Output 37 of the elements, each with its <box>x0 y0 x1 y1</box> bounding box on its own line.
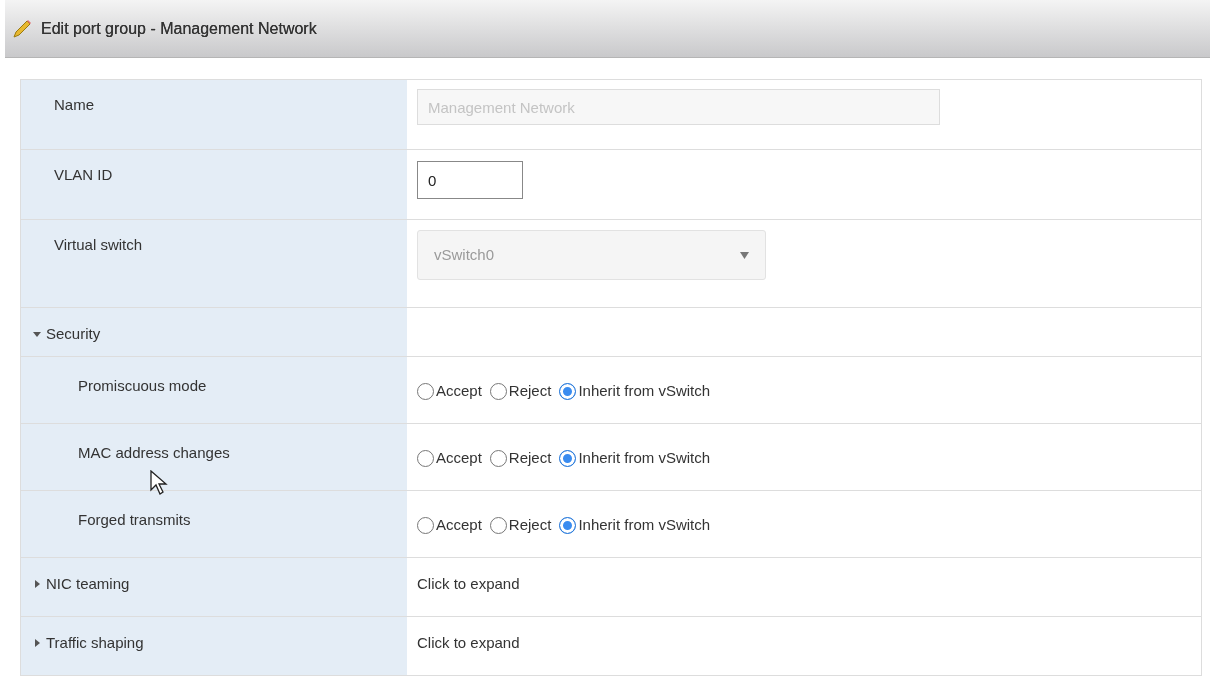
radio-button[interactable] <box>417 516 434 534</box>
mouse-cursor-icon <box>150 470 170 496</box>
caret-down-icon[interactable] <box>33 330 41 339</box>
field-label: Name <box>54 95 94 115</box>
field-label: Virtual switch <box>54 235 143 255</box>
radio-button[interactable] <box>489 449 507 467</box>
radio-label[interactable]: Reject <box>508 447 552 470</box>
radio-label[interactable]: Inherit from vSwitch <box>578 447 711 470</box>
radio-button[interactable] <box>559 449 577 467</box>
expand-hint[interactable]: Click to expand <box>417 632 520 655</box>
pencil-icon <box>11 17 33 40</box>
section-toggle[interactable]: Traffic shaping <box>46 632 144 655</box>
radio-label[interactable]: Reject <box>508 514 552 537</box>
window-title: Edit port group - Management Network <box>41 18 317 39</box>
radio-label[interactable]: Inherit from vSwitch <box>578 514 711 537</box>
radio-label[interactable]: Inherit from vSwitch <box>578 380 711 403</box>
setting-label: MAC address changes <box>78 443 230 463</box>
radio-button[interactable] <box>559 516 577 534</box>
setting-label: Forged transmits <box>78 510 191 530</box>
expand-hint[interactable]: Click to expand <box>417 573 520 596</box>
caret-right-icon[interactable] <box>33 580 41 589</box>
radio-label[interactable]: Accept <box>436 447 482 470</box>
setting-label: Promiscuous mode <box>78 376 207 396</box>
radio-button[interactable] <box>489 382 507 400</box>
radio-label[interactable]: Accept <box>436 514 482 537</box>
radio-label[interactable]: Accept <box>436 380 482 403</box>
radio-button[interactable] <box>417 449 434 467</box>
section-toggle[interactable]: NIC teaming <box>46 573 130 596</box>
radio-button[interactable] <box>417 382 434 400</box>
radio-button[interactable] <box>559 382 577 400</box>
radio-label[interactable]: Reject <box>508 380 552 403</box>
vlan-id-field[interactable]: 0 <box>417 161 523 199</box>
field-label: VLAN ID <box>54 165 113 185</box>
radio-button[interactable] <box>489 516 507 534</box>
section-toggle[interactable]: Security <box>46 323 101 346</box>
caret-right-icon[interactable] <box>33 639 41 648</box>
dropdown-arrow-icon <box>740 251 749 259</box>
